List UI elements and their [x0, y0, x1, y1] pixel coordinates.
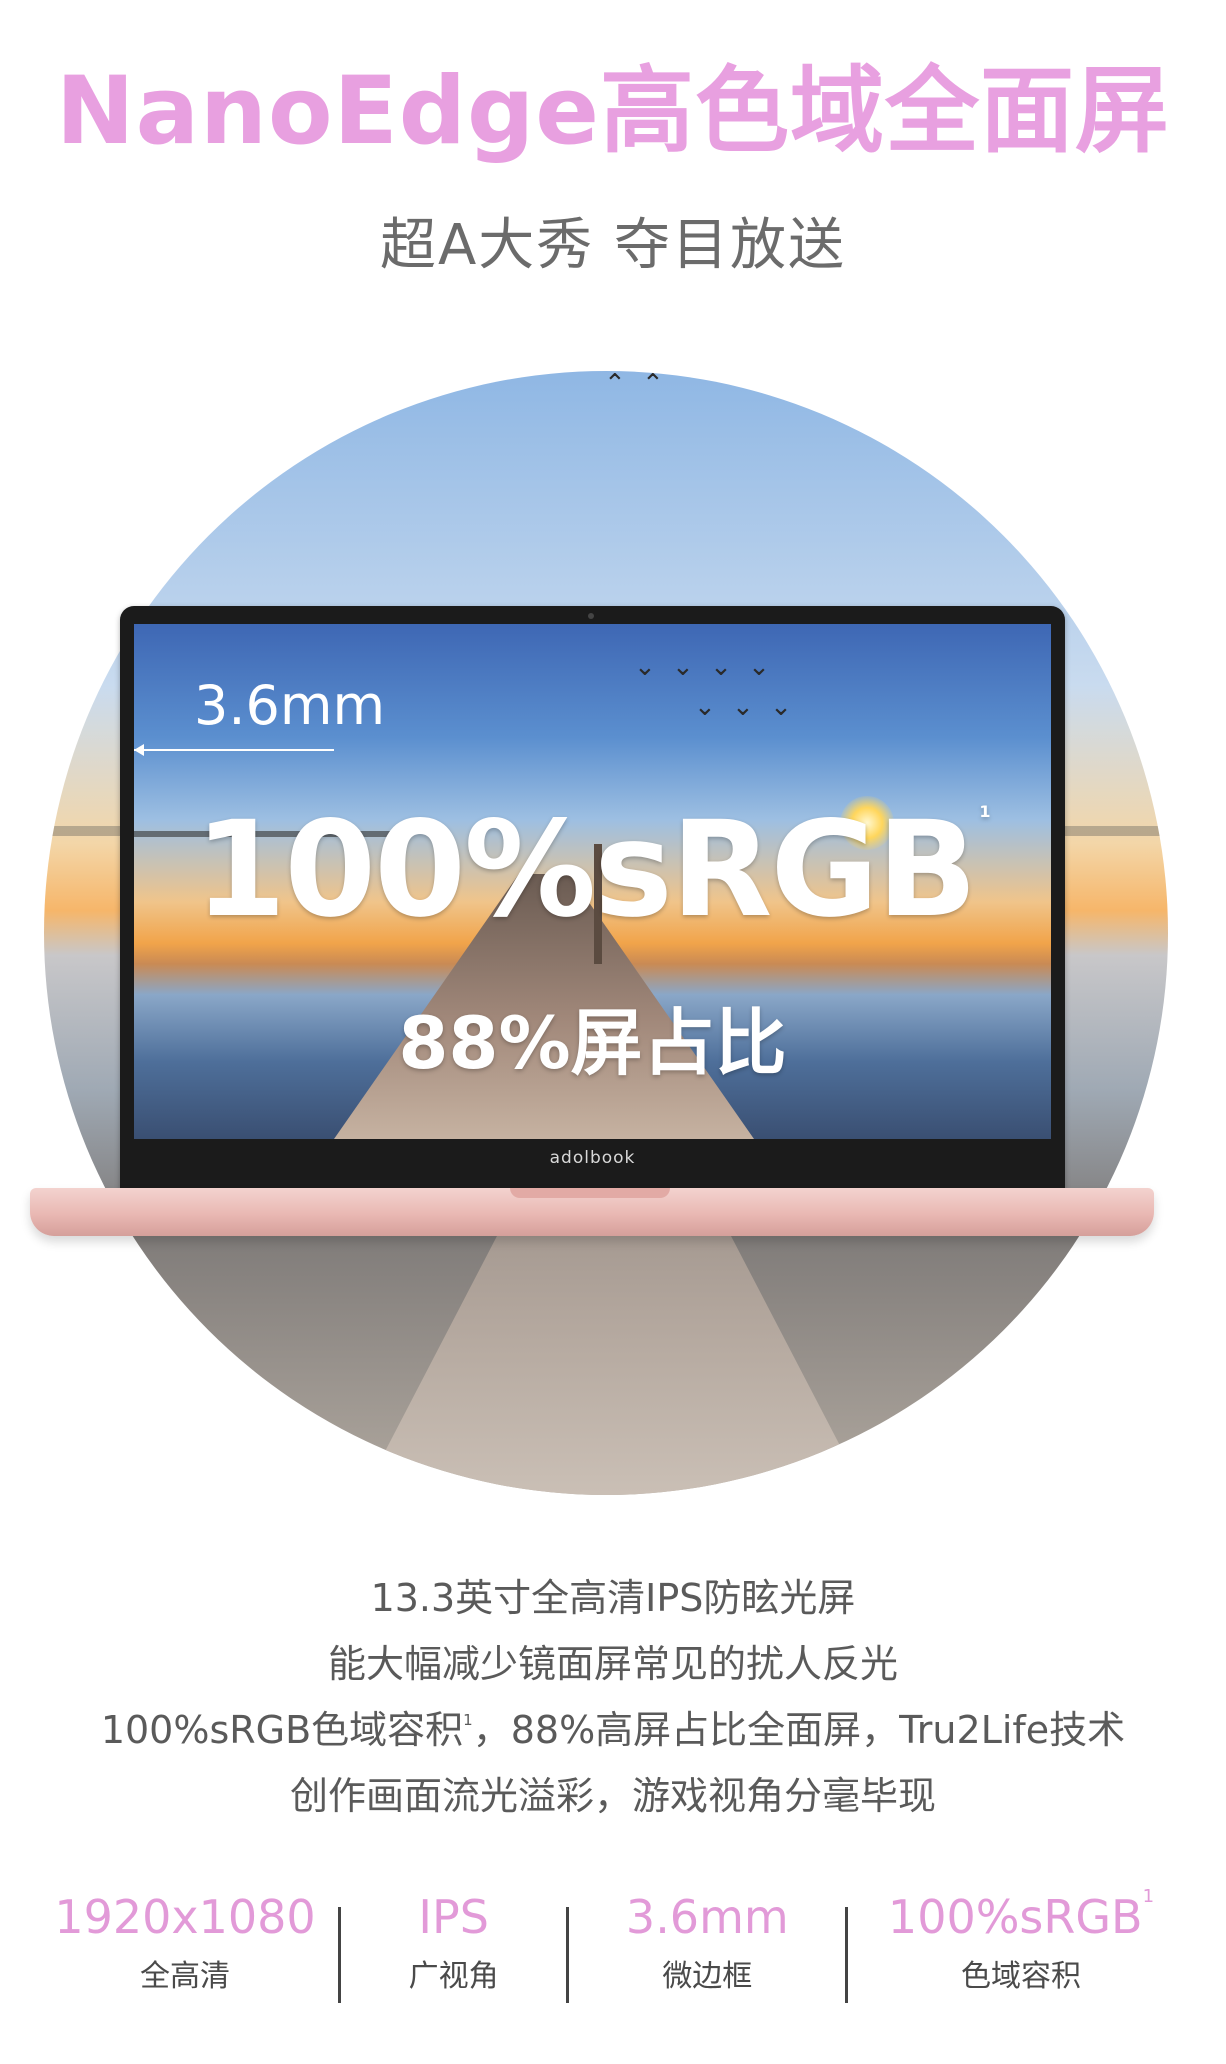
birds-icon: ⌃ ⌃ [604, 371, 668, 399]
laptop-base [30, 1188, 1154, 1236]
spec-divider [566, 1907, 570, 2003]
page: NanoEdge高色域全面屏 超A大秀 夺目放送 ⌃ ⌃ ⌄ ⌄ ⌄ ⌄ ⌄ ⌄… [0, 0, 1226, 2064]
spec-bezel: 3.6mm 微边框 [607, 1890, 807, 2020]
hero-srgb-value: 100%sRGB [194, 793, 977, 947]
spec-divider [337, 1907, 341, 2003]
description-text: 100%sRGB色域容积 [100, 1708, 464, 1752]
description-line: 创作画面流光溢彩，游戏视角分毫毕现 [289, 1774, 936, 1818]
spec-value: 100%sRGB1 [887, 1886, 1154, 1945]
description-line: 13.3英寸全高清IPS防眩光屏 [370, 1576, 856, 1620]
bezel-arrow-icon [134, 744, 334, 756]
laptop-screen: ⌄ ⌄ ⌄ ⌄ ⌄ ⌄ ⌄ 3.6mm 100%sRGB 1 88%屏占比 ado… [120, 606, 1065, 1194]
description-footnote: 1 [463, 1711, 473, 1729]
spec-panel: IPS 广视角 [379, 1890, 529, 2020]
flock-icon: ⌄ ⌄ ⌄ ⌄ [634, 652, 774, 682]
bezel-width-label: 3.6mm [194, 674, 386, 737]
laptop-display: ⌄ ⌄ ⌄ ⌄ ⌄ ⌄ ⌄ 3.6mm 100%sRGB 1 88%屏占比 [134, 624, 1051, 1139]
description-line: 100%sRGB色域容积1，88%高屏占比全面屏，Tru2Life技术 [0, 1697, 1226, 1763]
page-title: NanoEdge高色域全面屏 [55, 57, 1171, 166]
spec-label: 全高清 [140, 1959, 230, 1995]
page-subtitle: 超A大秀 夺目放送 [379, 213, 847, 278]
spec-resolution: 1920x1080 全高清 [54, 1890, 315, 2020]
flock-icon-2: ⌄ ⌄ ⌄ [694, 692, 796, 722]
spec-value-text: 100%sRGB [887, 1890, 1143, 1944]
description-block: 13.3英寸全高清IPS防眩光屏 能大幅减少镜面屏常见的扰人反光 100%sRG… [0, 1565, 1226, 1829]
laptop-notch [510, 1188, 670, 1198]
spec-value: 3.6mm [625, 1890, 789, 1944]
specs-row: 1920x1080 全高清 IPS 广视角 3.6mm 微边框 100%sRGB… [54, 1886, 1156, 2020]
spec-divider [845, 1907, 849, 2003]
hero-srgb-footnote: 1 [979, 802, 991, 821]
spec-color-gamut: 100%sRGB1 色域容积 [886, 1886, 1156, 2020]
spec-value: 1920x1080 [54, 1890, 316, 1944]
spec-label: 色域容积 [960, 1959, 1081, 1995]
camera-icon [588, 613, 594, 619]
description-line: 能大幅减少镜面屏常见的扰人反光 [327, 1642, 898, 1686]
hero-srgb-text: 100%sRGB 1 [134, 802, 1051, 937]
spec-value: IPS [418, 1890, 489, 1944]
brand-logo: adolbook [549, 1148, 636, 1168]
spec-footnote: 1 [1142, 1886, 1155, 1907]
spec-label: 广视角 [408, 1959, 499, 1995]
description-text: ，88%高屏占比全面屏，Tru2Life技术 [472, 1708, 1126, 1752]
spec-label: 微边框 [662, 1959, 753, 1995]
hero-ratio-text: 88%屏占比 [398, 1001, 787, 1085]
